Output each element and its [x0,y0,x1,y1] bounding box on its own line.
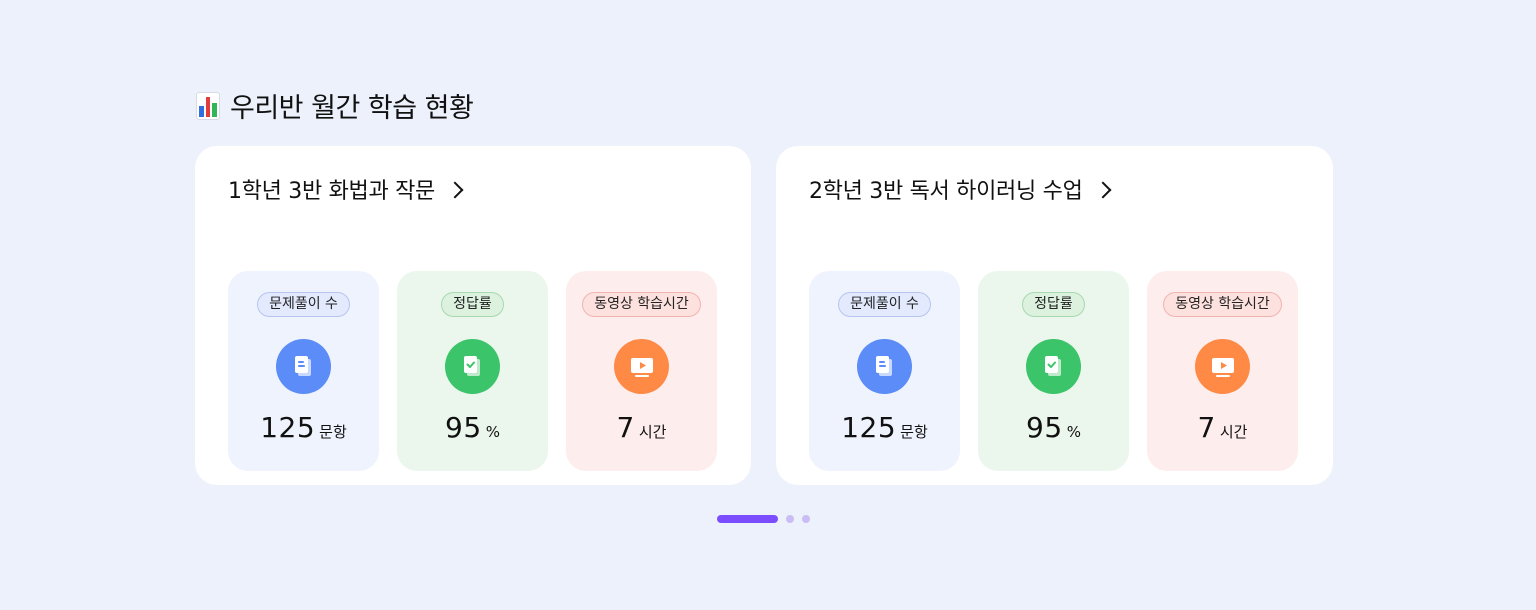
stat-value: 125 [841,411,897,444]
class-cards: 1학년 3반 화법과 작문 문제풀이 수 125 문항 정답률 95 % 동영상… [195,146,1333,485]
class-title-text: 1학년 3반 화법과 작문 [228,179,435,204]
stat-value-row: 125 문항 [260,411,347,444]
class-card: 2학년 3반 독서 하이러닝 수업 문제풀이 수 125 문항 정답률 95 %… [776,146,1333,485]
stat-unit: 시간 [638,423,667,441]
carousel-pagination [717,515,810,523]
stats-row: 문제풀이 수 125 문항 정답률 95 % 동영상 학습시간 7 시간 [809,271,1299,471]
section-title: 우리반 월간 학습 현황 [196,86,474,125]
class-card: 1학년 3반 화법과 작문 문제풀이 수 125 문항 정답률 95 % 동영상… [195,146,751,485]
stat-unit: 시간 [1219,423,1248,441]
stat-unit: 문항 [319,423,347,441]
stat-card-problems: 문제풀이 수 125 문항 [809,271,960,471]
document-icon [276,339,331,394]
class-title-link[interactable]: 1학년 3반 화법과 작문 [228,173,717,205]
stat-card-video-time: 동영상 학습시간 7 시간 [1147,271,1298,471]
stat-label-badge: 동영상 학습시간 [1163,292,1282,317]
class-title-link[interactable]: 2학년 3반 독서 하이러닝 수업 [809,173,1299,205]
stat-card-problems: 문제풀이 수 125 문항 [228,271,379,471]
video-play-icon [1195,339,1250,394]
stat-value-row: 95 % [1026,411,1081,444]
stat-label-badge: 정답률 [1022,292,1085,317]
stat-card-accuracy: 정답률 95 % [397,271,548,471]
check-document-icon [445,339,500,394]
video-play-icon [614,339,669,394]
chevron-right-icon [1094,181,1112,198]
stat-unit: 문항 [900,423,928,441]
stat-label-badge: 정답률 [441,292,504,317]
stat-value: 95 [1026,411,1063,444]
stat-value-row: 7 시간 [617,411,667,444]
stat-unit: % [485,423,500,441]
stat-unit: % [1066,423,1081,441]
pagination-dot-active[interactable] [717,515,778,523]
stat-value: 125 [260,411,316,444]
chevron-right-icon [446,181,464,198]
pagination-dot[interactable] [786,515,794,523]
pagination-dot[interactable] [802,515,810,523]
stat-label-badge: 동영상 학습시간 [582,292,701,317]
stat-value: 7 [1197,411,1216,444]
section-title-text: 우리반 월간 학습 현황 [230,93,474,124]
document-icon [857,339,912,394]
stat-value-row: 95 % [445,411,500,444]
stat-card-video-time: 동영상 학습시간 7 시간 [566,271,717,471]
check-document-icon [1026,339,1081,394]
stat-value: 95 [445,411,482,444]
stat-value-row: 7 시간 [1198,411,1248,444]
bar-chart-icon [196,91,220,120]
stat-label-badge: 문제풀이 수 [838,292,931,317]
stat-label-badge: 문제풀이 수 [257,292,350,317]
stat-value-row: 125 문항 [841,411,928,444]
stat-value: 7 [616,411,635,444]
class-title-text: 2학년 3반 독서 하이러닝 수업 [809,179,1083,204]
stat-card-accuracy: 정답률 95 % [978,271,1129,471]
stats-row: 문제풀이 수 125 문항 정답률 95 % 동영상 학습시간 7 시간 [228,271,717,471]
